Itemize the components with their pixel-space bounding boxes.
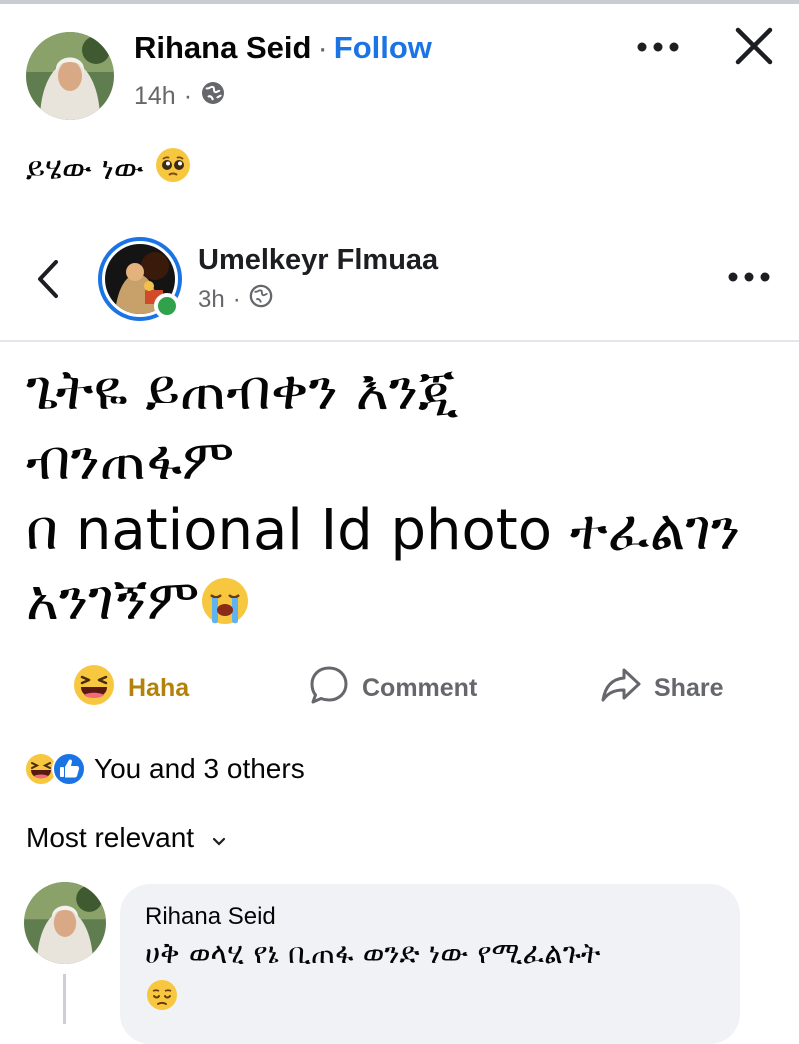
share-arrow-icon bbox=[600, 664, 642, 713]
separator-dot: · bbox=[183, 82, 193, 110]
globe-icon bbox=[249, 284, 273, 315]
divider bbox=[0, 340, 799, 342]
follow-button[interactable]: Follow bbox=[334, 30, 432, 65]
post-header-line: Rihana Seid · Follow bbox=[134, 30, 432, 66]
chevron-down-icon bbox=[212, 822, 226, 854]
commenter-avatar[interactable] bbox=[24, 882, 106, 964]
author-avatar[interactable] bbox=[26, 32, 114, 120]
close-icon[interactable] bbox=[734, 26, 774, 66]
shared-post-line: ጌትዬ ይጠብቀን እንጂ bbox=[26, 358, 459, 423]
comment-text: ሀቅ ወላሂ የኔ ቢጠፋ ወንድ ነው የሚፈልጉት bbox=[145, 936, 601, 970]
post-time[interactable]: 14h bbox=[134, 82, 176, 111]
sort-label: Most relevant bbox=[26, 822, 195, 853]
shared-post-meta: 3h · bbox=[198, 284, 273, 315]
post-text: ይሄው ነው bbox=[26, 146, 192, 192]
comments-sort-dropdown[interactable]: Most relevant bbox=[26, 822, 226, 854]
pleading-face-emoji bbox=[154, 146, 192, 192]
shared-author-name[interactable]: Umelkeyr Flmuaa bbox=[198, 244, 438, 277]
author-name[interactable]: Rihana Seid bbox=[134, 30, 311, 65]
post-meta: 14h · bbox=[134, 80, 226, 113]
top-border bbox=[0, 0, 799, 4]
loudly-crying-face-emoji bbox=[199, 574, 251, 626]
reactions-count-text: You and 3 others bbox=[94, 753, 305, 784]
reply-thread-line bbox=[63, 974, 66, 1024]
back-chevron-icon[interactable] bbox=[30, 256, 66, 302]
pensive-face-emoji bbox=[145, 978, 179, 1012]
haha-reaction-button[interactable]: Haha bbox=[72, 664, 189, 712]
shared-post-time[interactable]: 3h bbox=[198, 286, 225, 314]
separator-dot: · bbox=[317, 30, 328, 65]
commenter-name[interactable]: Rihana Seid bbox=[145, 903, 276, 931]
online-status-dot bbox=[154, 293, 180, 319]
comment-label: Comment bbox=[362, 673, 478, 702]
comment-button[interactable]: Comment bbox=[308, 664, 477, 712]
post-text-content: ይሄው ነው bbox=[26, 150, 144, 187]
globe-icon bbox=[200, 80, 226, 113]
more-options-icon[interactable] bbox=[636, 30, 680, 64]
share-button[interactable]: Share bbox=[600, 664, 723, 712]
like-reaction-icon bbox=[52, 752, 86, 786]
comment-bubble-icon bbox=[308, 664, 350, 713]
shared-post-line: በ national Id photo ተፈልገን bbox=[26, 498, 741, 563]
reactions-summary[interactable]: You and 3 others bbox=[24, 752, 305, 786]
haha-face-icon bbox=[72, 663, 116, 714]
separator-dot: · bbox=[232, 285, 241, 313]
shared-post-line: ብንጠፋም bbox=[26, 428, 235, 493]
shared-post-line-last: አንገኝም bbox=[26, 566, 786, 636]
shared-post-line: አንገኝም bbox=[26, 568, 200, 633]
shared-post-text: ጌትዬ ይጠብቀን እንጂ ብንጠፋም በ national Id photo … bbox=[26, 356, 786, 636]
haha-label: Haha bbox=[128, 673, 190, 702]
shared-more-options-icon[interactable] bbox=[726, 262, 772, 292]
share-label: Share bbox=[654, 673, 724, 702]
